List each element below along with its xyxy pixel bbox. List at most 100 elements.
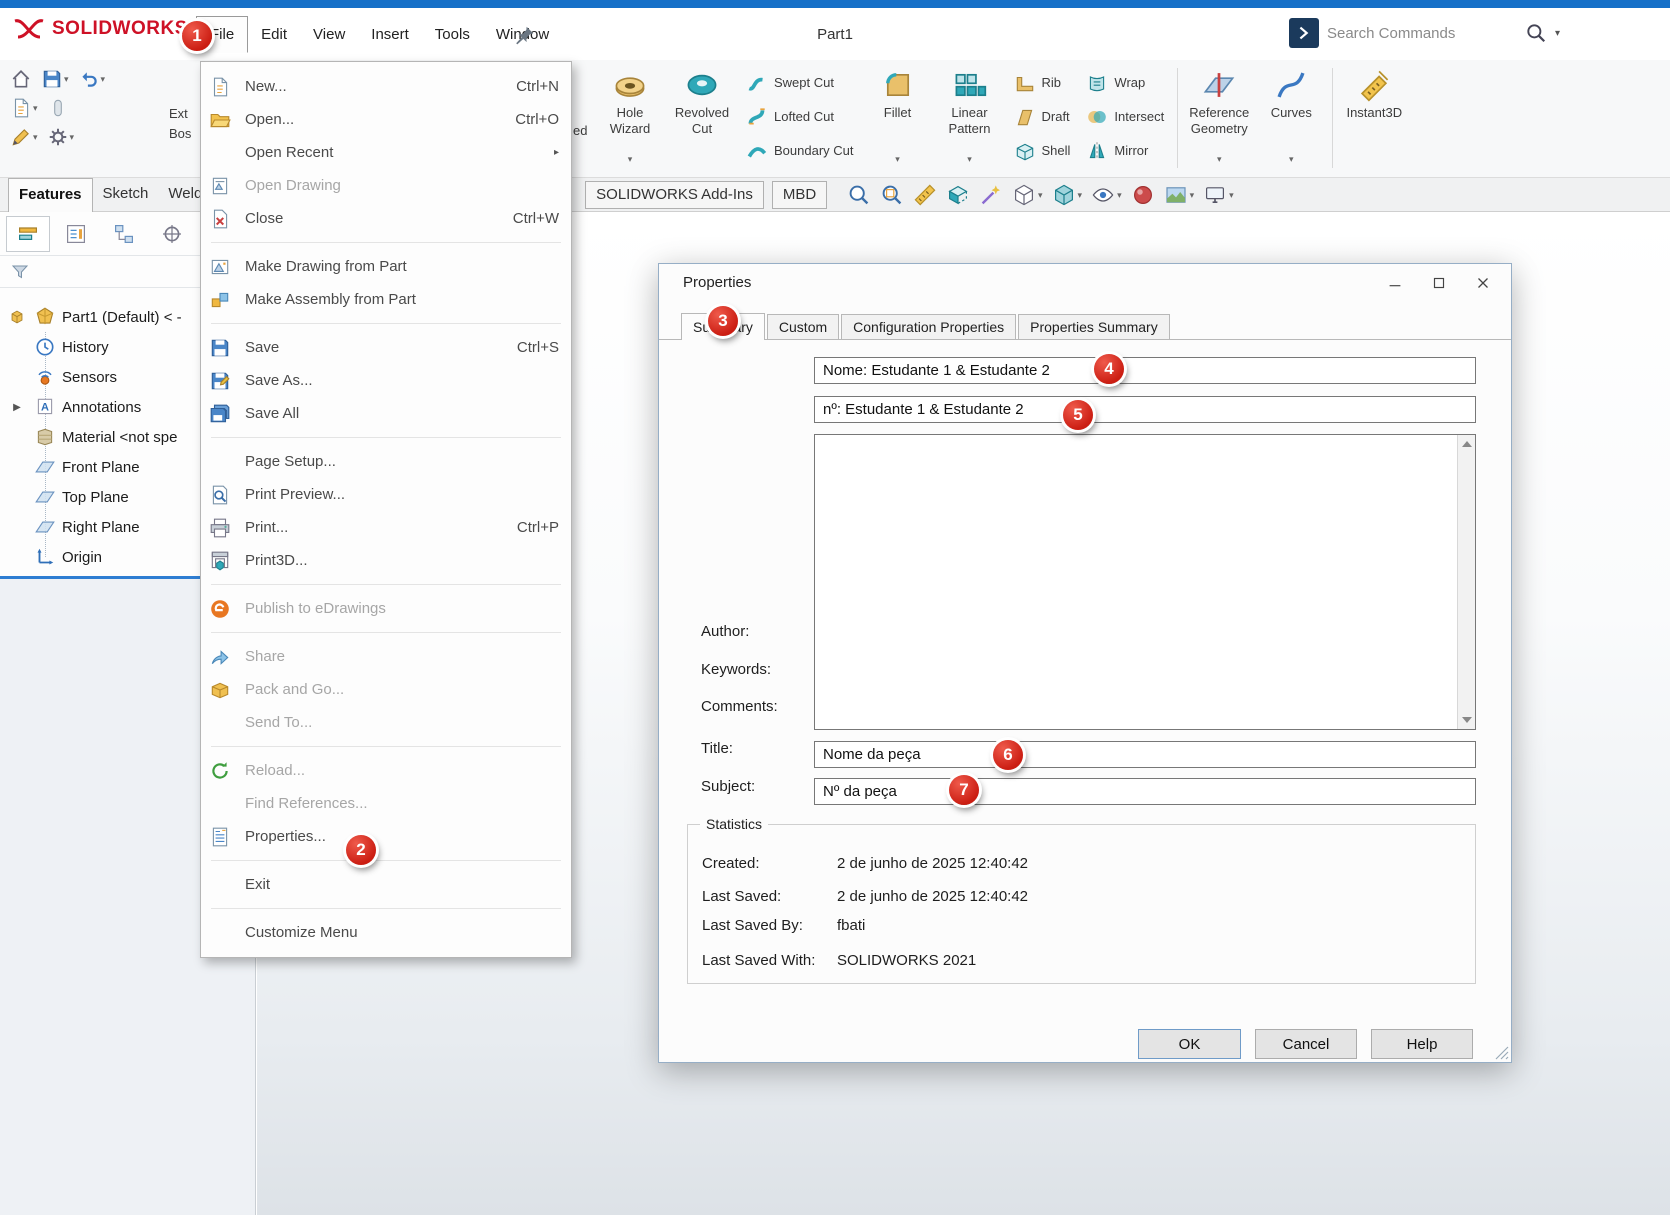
curves-button[interactable]: Curves▾ [1255,60,1327,172]
file-menu-item-pack-and-go[interactable]: Pack and Go... [201,673,571,706]
tab-solidworks-add-ins[interactable]: SOLIDWORKS Add-Ins [585,181,764,209]
expand-arrow-icon[interactable]: ▶ [13,402,21,413]
view-orientation-button[interactable]: ▾ [1010,181,1045,209]
section-view-button[interactable] [944,181,972,209]
dropdown-arrow-icon[interactable]: ▾ [1078,190,1083,201]
file-menu-item-open-drawing[interactable]: Open Drawing [201,169,571,202]
dropdown-arrow-icon[interactable]: ▾ [895,154,900,165]
configurationmanager-tab[interactable] [102,216,146,252]
author-field[interactable] [814,357,1476,384]
file-menu-item-send-to[interactable]: Send To... [201,706,571,739]
selection-tool-button[interactable] [45,95,71,121]
file-menu-item-share[interactable]: Share [201,640,571,673]
menu-edit[interactable]: Edit [248,17,300,52]
instant3d-button[interactable]: Instant3D [1338,60,1410,172]
dialog-tab-custom[interactable]: Custom [767,314,839,339]
search-commands-input[interactable] [1327,25,1517,42]
dropdown-arrow-icon[interactable]: ▾ [70,132,75,143]
search-magnifier-icon[interactable] [1525,22,1547,44]
file-menu-item-open[interactable]: Open...Ctrl+O [201,103,571,136]
dialog-tab-configuration-properties[interactable]: Configuration Properties [841,314,1016,339]
boundary-cut-button[interactable]: Boundary Cut [746,134,854,168]
subject-field[interactable] [814,778,1476,805]
menu-insert[interactable]: Insert [358,17,422,52]
title-field[interactable] [814,741,1476,768]
hide-show-items-button[interactable]: ▾ [1089,181,1124,209]
dropdown-arrow-icon[interactable]: ▾ [628,154,633,165]
home-button[interactable] [8,66,34,92]
search-launcher-icon[interactable] [1289,18,1319,48]
zoom-to-area-button[interactable] [878,181,906,209]
file-menu-item-print[interactable]: Print...Ctrl+P [201,511,571,544]
dropdown-arrow-icon[interactable]: ▾ [1217,154,1222,165]
featuremanager-design-tree-tab[interactable] [6,216,50,252]
new-document-button[interactable]: ▾ [8,95,40,121]
dimxpertmanager-tab[interactable] [150,216,194,252]
file-menu-item-save-as[interactable]: Save As... [201,364,571,397]
dropdown-arrow-icon[interactable]: ▾ [1190,190,1195,201]
undo-button[interactable]: ▾ [76,66,108,92]
search-dropdown-caret[interactable]: ▾ [1555,28,1560,39]
file-menu-item-make-drawing-from-part[interactable]: Make Drawing from Part [201,250,571,283]
help-button[interactable]: Help [1371,1029,1473,1059]
hole-wizard-button[interactable]: HoleWizard▾ [594,60,666,172]
apply-scene-button[interactable]: ▾ [1162,181,1197,209]
minimize-button[interactable] [1373,268,1417,298]
ok-button[interactable]: OK [1138,1029,1241,1059]
comments-field[interactable] [814,434,1476,730]
dropdown-arrow-icon[interactable]: ▾ [967,154,972,165]
lofted-cut-button[interactable]: Lofted Cut [746,100,854,134]
dropdown-arrow-icon[interactable]: ▾ [1038,190,1043,201]
file-menu-item-save-all[interactable]: Save All [201,397,571,430]
dropdown-arrow-icon[interactable]: ▾ [101,74,106,85]
file-menu-item-page-setup[interactable]: Page Setup... [201,445,571,478]
file-menu-item-print-preview[interactable]: Print Preview... [201,478,571,511]
maximize-button[interactable] [1417,268,1461,298]
file-menu-item-publish-to-edrawings[interactable]: Publish to eDrawings [201,592,571,625]
file-menu-item-open-recent[interactable]: Open Recent▸ [201,136,571,169]
save-button[interactable]: ▾ [39,66,71,92]
zoom-to-fit-button[interactable] [845,181,873,209]
keywords-field[interactable] [814,396,1476,423]
sketch-tool-button[interactable]: ▾ [8,124,40,150]
file-menu-item-properties[interactable]: Properties... [201,820,571,853]
dropdown-arrow-icon[interactable]: ▾ [33,132,38,143]
file-menu-item-exit[interactable]: Exit [201,868,571,901]
file-menu-item-reload[interactable]: Reload... [201,754,571,787]
scroll-up-icon[interactable] [1462,441,1472,447]
swept-cut-button[interactable]: Swept Cut [746,66,854,100]
tab-sketch[interactable]: Sketch [93,178,159,212]
extruded-boss-button[interactable]: Ext Bos [169,104,191,144]
display-style-button[interactable]: ▾ [1050,181,1085,209]
tab-features[interactable]: Features [8,178,93,212]
file-menu-item-print3d[interactable]: Print3D... [201,544,571,577]
dialog-tab-properties-summary[interactable]: Properties Summary [1018,314,1170,339]
tab-mbd[interactable]: MBD [772,181,827,209]
dropdown-arrow-icon[interactable]: ▾ [1229,190,1234,201]
extruded-cut-label-remnant[interactable]: ed [573,123,587,138]
dropdown-arrow-icon[interactable]: ▾ [1117,190,1122,201]
propertymanager-tab[interactable] [54,216,98,252]
dropdown-arrow-icon[interactable]: ▾ [33,103,38,114]
edit-appearance-button[interactable] [1129,181,1157,209]
menu-tools[interactable]: Tools [422,17,483,52]
wrap-button[interactable]: Wrap [1086,66,1164,100]
fillet-button[interactable]: Fillet▾ [862,60,934,172]
linear-pattern-button[interactable]: LinearPattern▾ [934,60,1006,172]
reference-geometry-button[interactable]: ReferenceGeometry▾ [1183,60,1255,172]
scroll-down-icon[interactable] [1462,717,1472,723]
filter-icon[interactable] [10,262,30,282]
file-menu-item-find-references[interactable]: Find References... [201,787,571,820]
view-settings-button[interactable]: ▾ [1201,181,1236,209]
draft-button[interactable]: Draft [1014,100,1071,134]
rib-button[interactable]: Rib [1014,66,1071,100]
comments-scrollbar[interactable] [1457,435,1475,729]
file-menu-item-customize-menu[interactable]: Customize Menu [201,916,571,949]
file-menu-item-new[interactable]: New...Ctrl+N [201,70,571,103]
dropdown-arrow-icon[interactable]: ▾ [1289,154,1294,165]
mirror-button[interactable]: Mirror [1086,134,1164,168]
filter-graphics-button[interactable] [977,181,1005,209]
measure-button[interactable] [911,181,939,209]
file-menu-item-close[interactable]: CloseCtrl+W [201,202,571,235]
revolved-cut-button[interactable]: RevolvedCut [666,60,738,172]
